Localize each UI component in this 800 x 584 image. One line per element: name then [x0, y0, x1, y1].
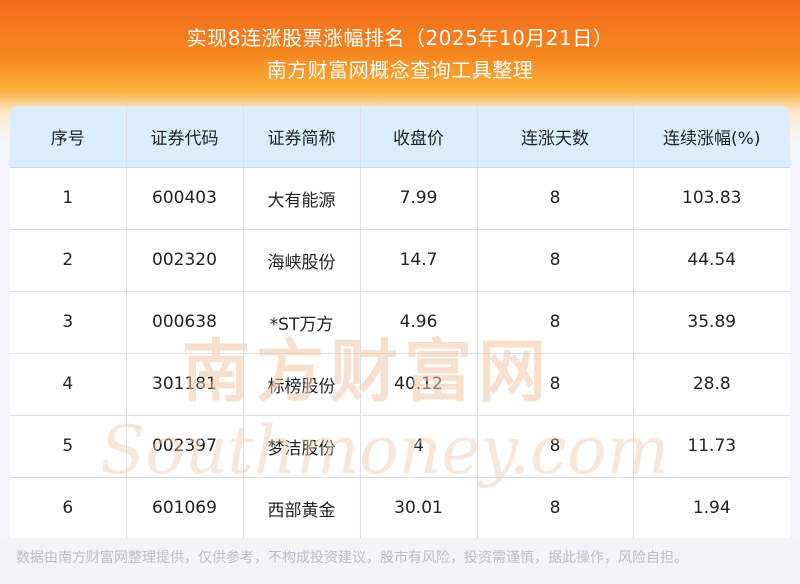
- column-header-name: 证券简称: [243, 106, 361, 168]
- cell-code: 301181: [126, 353, 244, 416]
- cell-name: 大有能源: [243, 167, 361, 230]
- cell-name: *ST万方: [243, 291, 361, 354]
- cell-days: 8: [477, 353, 634, 416]
- page-title: 实现8连涨股票涨幅排名（2025年10月21日）: [186, 26, 614, 50]
- column-header-close: 收盘价: [360, 106, 478, 168]
- cell-gain: 28.8: [633, 353, 790, 416]
- cell-code: 600403: [126, 167, 244, 230]
- cell-close: 7.99: [360, 167, 478, 230]
- table-row: 6 601069 西部黄金 30.01 8 1.94: [10, 477, 790, 538]
- header-banner: 实现8连涨股票涨幅排名（2025年10月21日） 南方财富网概念查询工具整理: [0, 0, 800, 106]
- cell-index: 4: [10, 353, 127, 416]
- table-header-row: 序号 证券代码 证券简称 收盘价 连涨天数 连续涨幅(%): [10, 106, 790, 168]
- cell-days: 8: [477, 291, 634, 354]
- cell-index: 6: [10, 477, 127, 538]
- table-row: 1 600403 大有能源 7.99 8 103.83: [10, 167, 790, 230]
- column-header-code: 证券代码: [126, 106, 244, 168]
- cell-days: 8: [477, 415, 634, 478]
- table-row: 3 000638 *ST万方 4.96 8 35.89: [10, 291, 790, 354]
- cell-index: 1: [10, 167, 127, 230]
- cell-gain: 44.54: [633, 229, 790, 292]
- cell-name: 梦洁股份: [243, 415, 361, 478]
- table-row: 4 301181 标榜股份 40.12 8 28.8: [10, 353, 790, 416]
- cell-name: 西部黄金: [243, 477, 361, 538]
- cell-close: 4.96: [360, 291, 478, 354]
- cell-days: 8: [477, 477, 634, 538]
- column-header-days: 连涨天数: [477, 106, 634, 168]
- cell-name: 海峡股份: [243, 229, 361, 292]
- cell-gain: 1.94: [692, 498, 731, 519]
- cell-gain: 11.73: [633, 415, 790, 478]
- cell-close: 30.01: [360, 477, 478, 538]
- cell-days: 8: [477, 229, 634, 292]
- cell-index: 3: [10, 291, 127, 354]
- ranking-table: 序号 证券代码 证券简称 收盘价 连涨天数 连续涨幅(%) 1 600403 大…: [10, 106, 790, 538]
- table-row: 2 002320 海峡股份 14.7 8 44.54: [10, 229, 790, 292]
- cell-gain: 103.83: [633, 167, 790, 230]
- cell-code: 601069: [126, 477, 244, 538]
- cell-code: 002397: [126, 415, 244, 478]
- cell-close: 4: [360, 415, 478, 478]
- column-header-index: 序号: [10, 106, 127, 168]
- cell-code: 000638: [126, 291, 244, 354]
- cell-name: 标榜股份: [243, 353, 361, 416]
- cell-days: 8: [477, 167, 634, 230]
- cell-close: 40.12: [360, 353, 478, 416]
- page-subtitle: 南方财富网概念查询工具整理: [266, 58, 534, 82]
- cell-index: 2: [10, 229, 127, 292]
- column-header-gain: 连续涨幅(%): [633, 106, 790, 168]
- cell-close: 14.7: [360, 229, 478, 292]
- cell-code: 002320: [126, 229, 244, 292]
- cell-index: 5: [10, 415, 127, 478]
- cell-gain: 35.89: [633, 291, 790, 354]
- ranking-table-container: 序号 证券代码 证券简称 收盘价 连涨天数 连续涨幅(%) 1 600403 大…: [10, 106, 790, 538]
- table-row: 5 002397 梦洁股份 4 8 11.73: [10, 415, 790, 478]
- disclaimer-footer: 数据由南方财富网整理提供，仅供参考，不构成投资建议，股市有风险，投资需谨慎，据此…: [0, 538, 800, 584]
